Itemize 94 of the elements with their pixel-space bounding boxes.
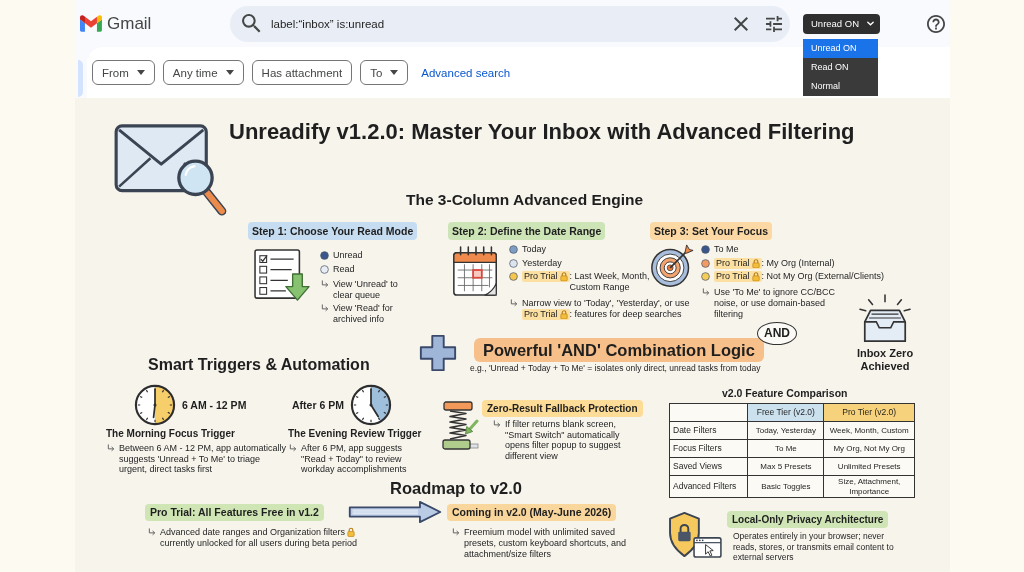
target-icon — [650, 243, 694, 289]
table-cell: Week, Month, Custom — [823, 421, 915, 440]
note-text: Freemium model with unlimited saved presets, custom keyboard shortcuts, and attachment/size filters — [464, 527, 628, 560]
help-icon[interactable] — [927, 14, 945, 33]
hook-arrow-icon — [510, 298, 518, 307]
section-heading: Roadmap to v2.0 — [390, 478, 523, 498]
option-label: : Last Week, Month, Custom Range — [569, 271, 651, 293]
hook-arrow-icon — [289, 444, 297, 452]
hook-arrow-icon — [321, 304, 329, 312]
comparison-title: v2.0 Feature Comparison — [722, 386, 848, 400]
privacy-heading: Local-Only Privacy Architecture — [727, 511, 889, 528]
stage-label: Pro Trial: All Features Free in v1.2 — [145, 503, 324, 521]
trial-tag: Pro Trial — [522, 308, 559, 320]
plus-icon — [418, 333, 458, 373]
table-cell: My Org, Not My Org — [823, 439, 915, 458]
section-heading: The 3-Column Advanced Engine — [406, 190, 644, 210]
filter-chip[interactable]: From — [92, 60, 155, 85]
shield-window-icon — [667, 511, 723, 559]
speech-bubble: AND — [757, 322, 797, 345]
poster-title: Unreadify v1.2.0: Master Your Inbox with Advanced Filtering — [229, 118, 855, 146]
row-header: Saved Views — [669, 457, 748, 476]
table-cell: Basic Toggles — [747, 475, 824, 498]
trial-tag: Pro Trial — [714, 257, 751, 269]
hook-arrow-icon — [452, 528, 460, 536]
example-text: e.g., 'Unread + Today + To Me' = isolates only direct, unread tasks from today — [470, 363, 761, 373]
note-text: Narrow view to 'Today', 'Yesterday', or use — [522, 297, 690, 309]
step-label: Step 1: Choose Your Read Mode — [248, 222, 418, 240]
table-cell: Unlimited Presets — [823, 457, 915, 476]
note-text: : features for deep searches — [569, 308, 682, 320]
m-logo-icon[interactable] — [80, 15, 102, 32]
option-label: Today — [522, 244, 547, 255]
row-header: Date Filters — [669, 421, 748, 440]
close-icon[interactable] — [734, 16, 748, 31]
note-text: View 'Unread' to clear queue — [333, 279, 399, 301]
checklist-icon — [253, 248, 313, 302]
option-label: : Not My Org (External/Clients) — [761, 271, 885, 282]
table-cell: Size, Attachment, Importance — [823, 475, 915, 498]
section-heading: Smart Triggers & Automation — [148, 355, 370, 375]
trigger-title: The Morning Focus Trigger — [106, 427, 235, 441]
trial-tag: Pro Trial — [522, 271, 559, 282]
option-label: To Me — [714, 244, 739, 255]
combination-heading: Powerful 'AND' Combination Logic — [474, 338, 764, 362]
note-text: View 'Read' for archived info — [333, 303, 394, 325]
envelope-magnifier-icon — [113, 122, 229, 218]
note-text: currently unlocked for all users during beta period — [160, 538, 358, 549]
menu-item[interactable]: Normal — [803, 76, 878, 96]
option-label: Read — [333, 263, 355, 275]
search-icon[interactable] — [242, 14, 261, 33]
column-header: Pro Tier (v2.0) — [823, 403, 915, 422]
nav-item-highlight — [78, 60, 83, 97]
hook-arrow-icon — [321, 280, 329, 288]
trigger-title: The Evening Review Trigger — [288, 427, 422, 441]
search-field[interactable]: label:“inbox” is:unread — [230, 5, 790, 42]
filter-chip[interactable]: To — [360, 60, 409, 85]
table-cell: To Me — [747, 439, 824, 458]
table-cell: Max 5 Presets — [747, 457, 824, 476]
fallback-heading: Zero-Result Fallback Protection — [482, 400, 643, 417]
inbox-tray-icon — [857, 293, 913, 345]
note-text: Between 6 AM - 12 PM, app automatically suggests 'Unread + To Me' to triage urgent, direct tasks first — [119, 443, 288, 475]
menu-item[interactable]: Unread ON — [803, 38, 878, 58]
note-text: If filter returns blank screen, "Smart Switch" automatically opens filter popup to suggest different view — [505, 419, 622, 461]
filter-chip[interactable]: Has attachment — [251, 60, 353, 85]
mode-select[interactable]: Unread ON — [803, 13, 880, 34]
filter-chip[interactable]: Any time — [162, 60, 244, 85]
inbox-zero-caption: Inbox Zero Achieved — [855, 347, 915, 373]
hook-arrow-icon — [107, 444, 115, 452]
trial-tag: Pro Trial — [714, 271, 751, 282]
note-text: Use 'To Me' to ignore CC/BCC noise, or use domain-based filtering — [714, 286, 836, 320]
row-header: Focus Filters — [669, 439, 748, 458]
logo-text: Gmail — [107, 13, 152, 34]
column-header: Free Tier (v2.0) — [747, 403, 824, 422]
hook-arrow-icon — [148, 528, 156, 536]
privacy-text: Operates entirely in your browser; never reads, stores, or transmits email content to external servers — [733, 531, 895, 563]
sliders-icon[interactable] — [766, 15, 782, 32]
note-text: After 6 PM, app suggests "Read + Today" to review workday accomplishments — [301, 443, 408, 475]
option-label: Yesterday — [522, 257, 562, 269]
step-label: Step 3: Set Your Focus — [650, 222, 772, 240]
row-header: Advanced Filters — [669, 475, 748, 498]
option-label: : My Org (Internal) — [761, 257, 835, 269]
stage-label: Coming in v2.0 (May-June 2026) — [447, 503, 617, 521]
hook-arrow-icon — [493, 420, 501, 428]
menu-item[interactable]: Read ON — [803, 57, 878, 77]
hook-arrow-icon — [702, 287, 710, 296]
advanced-search-link[interactable]: Advanced search — [421, 66, 511, 79]
note-text: Advanced date ranges and Organization filters — [160, 527, 346, 538]
table-cell: Today, Yesterday — [747, 421, 824, 440]
time-label: After 6 PM — [292, 399, 344, 411]
option-label: Unread — [333, 250, 363, 261]
chevron-icon — [866, 19, 875, 28]
time-label: 6 AM - 12 PM — [182, 399, 247, 411]
clock-icon — [134, 384, 176, 426]
step-label: Step 2: Define the Date Range — [448, 222, 606, 240]
spring-icon — [441, 400, 479, 452]
clock-icon — [349, 384, 392, 426]
